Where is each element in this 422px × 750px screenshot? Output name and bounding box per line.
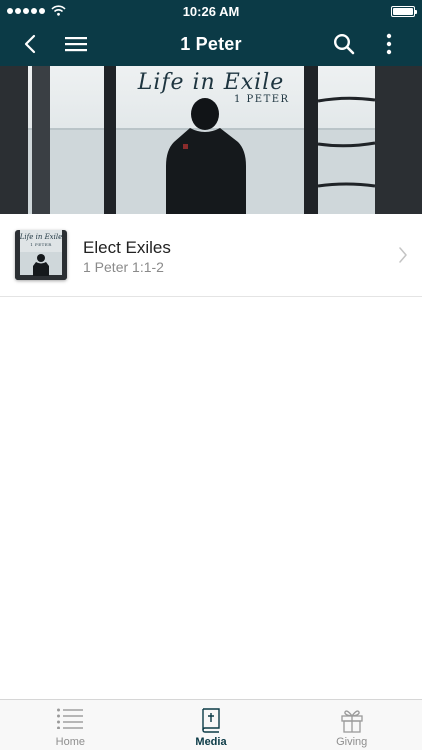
search-button[interactable] [324,22,364,66]
list-item[interactable]: Life in Exile 1 PETER Elect Exiles 1 Pet… [0,214,422,297]
sermon-reference: 1 Peter 1:1-2 [83,259,164,275]
sermon-thumbnail: Life in Exile 1 PETER [15,230,67,280]
tab-media[interactable]: Media [141,700,282,750]
tab-media-label: Media [195,736,227,748]
banner-title: Life in Exile [137,70,285,95]
tab-giving[interactable]: Giving [281,700,422,750]
status-time: 10:26 AM [182,4,240,19]
more-vertical-icon [386,33,392,55]
thumbnail-subtitle: 1 PETER [30,242,52,247]
sermon-title: Elect Exiles [83,238,171,257]
back-button[interactable] [10,22,50,66]
menu-button[interactable] [56,22,96,66]
status-bar: 10:26 AM [0,0,422,22]
gift-icon [341,710,363,733]
page-title: 1 Peter [180,34,242,54]
nav-bar: 1 Peter [0,22,422,66]
thumbnail-title: Life in Exile [19,233,63,241]
series-banner: Life in Exile 1 PETER [0,66,422,214]
search-icon [333,33,355,55]
chevron-left-icon [24,34,36,54]
sermon-list: Life in Exile 1 PETER Elect Exiles 1 Pet… [0,214,422,297]
bible-icon [202,708,220,733]
more-button[interactable] [369,22,409,66]
tab-home[interactable]: Home [0,700,141,750]
banner-subtitle: 1 PETER [234,94,290,105]
list-icon [57,708,84,729]
tab-home-label: Home [55,736,85,748]
tab-giving-label: Giving [336,736,368,748]
battery-icon [391,6,417,17]
tab-bar: Home Media Giving [0,699,422,750]
chevron-right-icon [399,247,407,263]
hamburger-icon [65,37,87,52]
